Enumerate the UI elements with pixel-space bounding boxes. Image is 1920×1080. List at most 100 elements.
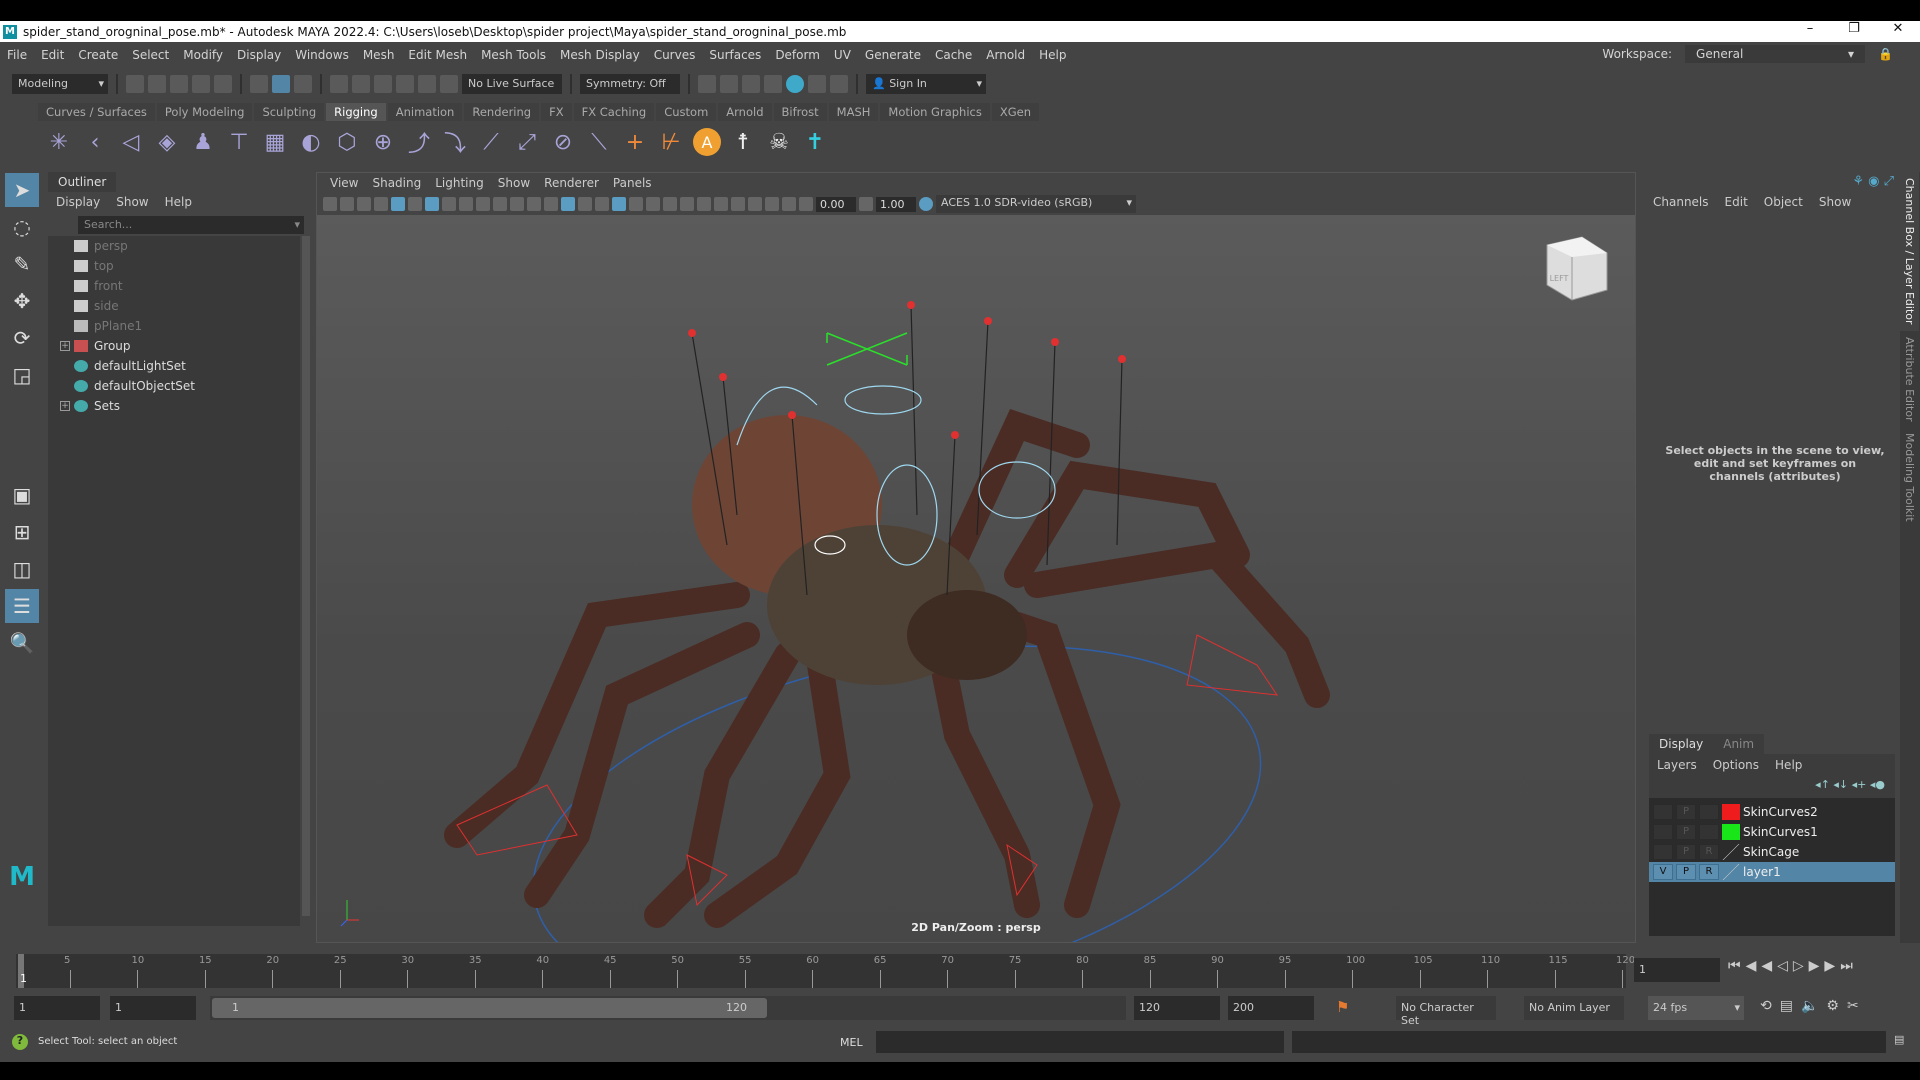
- layer-menu-help[interactable]: Help: [1767, 758, 1810, 772]
- film-gate-icon[interactable]: [442, 197, 456, 211]
- layer-p-toggle[interactable]: P: [1676, 824, 1696, 840]
- outliner-search-input[interactable]: Search... ▾: [78, 216, 304, 234]
- time-ruler[interactable]: 1 5 10 15 20 25 30 35 40 45 50 55 60 65 70 75 80 85 90 95 10…: [16, 954, 1635, 988]
- close-button[interactable]: ✕: [1876, 21, 1920, 36]
- move-tool-icon[interactable]: ✥: [5, 284, 39, 318]
- live-surface-field[interactable]: No Live Surface: [462, 74, 562, 94]
- shelf-tab-fx-caching[interactable]: FX Caching: [573, 103, 655, 121]
- pause-icon[interactable]: [830, 75, 848, 93]
- outliner-item[interactable]: + Sets: [48, 396, 300, 416]
- shelf-tab-fx[interactable]: FX: [541, 103, 572, 121]
- character-icon[interactable]: ✝: [801, 128, 829, 156]
- ik-spline-icon[interactable]: ⤵: [441, 128, 469, 157]
- restore-button[interactable]: ❐: [1832, 21, 1876, 36]
- channel-menu-channels[interactable]: Channels: [1645, 195, 1717, 209]
- layer-v-toggle[interactable]: [1653, 824, 1673, 840]
- sign-in-dropdown[interactable]: 👤 Sign In ▾: [866, 74, 986, 94]
- menu-set-dropdown[interactable]: Modeling ▾: [12, 74, 108, 94]
- shelf-tab-sculpting[interactable]: Sculpting: [254, 103, 325, 121]
- menu-mesh-tools[interactable]: Mesh Tools: [474, 48, 553, 62]
- shelf-tab-curves-surfaces[interactable]: Curves / Surfaces: [38, 103, 155, 121]
- viewport-menu-shading[interactable]: Shading: [365, 176, 428, 190]
- layer-r-toggle[interactable]: R: [1699, 844, 1719, 860]
- menu-surfaces[interactable]: Surfaces: [702, 48, 768, 62]
- menu-curves[interactable]: Curves: [647, 48, 703, 62]
- command-language-toggle[interactable]: MEL: [840, 1036, 863, 1049]
- shelf-tab-rigging[interactable]: Rigging: [326, 103, 386, 121]
- wireframe-on-shaded-icon[interactable]: [595, 197, 609, 211]
- select-object-icon[interactable]: [272, 75, 290, 93]
- new-scene-icon[interactable]: [126, 75, 144, 93]
- layer-r-toggle[interactable]: R: [1699, 864, 1719, 880]
- layer-row[interactable]: P SkinCurves1: [1649, 822, 1895, 842]
- outliner-item[interactable]: top: [48, 256, 300, 276]
- range-slider-bar[interactable]: 1 120: [212, 998, 767, 1018]
- end-time-field[interactable]: 200: [1228, 996, 1314, 1020]
- ambient-occlusion-icon[interactable]: [663, 197, 677, 211]
- isolate-select-icon[interactable]: [731, 197, 745, 211]
- rotate-tool-icon[interactable]: ⟳: [5, 321, 39, 355]
- locator-icon[interactable]: +: [621, 128, 649, 156]
- smooth-shade-icon[interactable]: [561, 197, 575, 211]
- playback-options-icons[interactable]: ⟲▤🔈⚙✂: [1760, 998, 1867, 1014]
- menu-help[interactable]: Help: [1032, 48, 1073, 62]
- 2d-pan-zoom-icon[interactable]: [391, 197, 405, 211]
- menu-mesh-display[interactable]: Mesh Display: [553, 48, 647, 62]
- layer-v-toggle[interactable]: [1653, 804, 1673, 820]
- layer-r-toggle[interactable]: [1699, 824, 1719, 840]
- open-scene-icon[interactable]: [148, 75, 166, 93]
- menu-edit[interactable]: Edit: [34, 48, 71, 62]
- range-slider[interactable]: 1 120: [210, 996, 1126, 1020]
- outliner-item[interactable]: pPlane1: [48, 316, 300, 336]
- image-plane-icon[interactable]: [374, 197, 388, 211]
- motion-blur-icon[interactable]: [680, 197, 694, 211]
- workspace-dropdown[interactable]: General ▾: [1685, 45, 1866, 63]
- viewport-menu-show[interactable]: Show: [491, 176, 537, 190]
- bind-skin-icon[interactable]: ▦: [261, 128, 289, 156]
- outliner-item[interactable]: defaultLightSet: [48, 356, 300, 376]
- lattice-icon[interactable]: ⬡: [333, 128, 361, 156]
- undo-icon[interactable]: [192, 75, 210, 93]
- view-transform-dropdown[interactable]: ACES 1.0 SDR-video (sRGB) ▾: [936, 195, 1136, 213]
- textured-icon[interactable]: [612, 197, 626, 211]
- scale-tool-icon[interactable]: ◲: [5, 358, 39, 392]
- field-chart-icon[interactable]: [493, 197, 507, 211]
- layer-row[interactable]: P SkinCurves2: [1649, 802, 1895, 822]
- menu-generate[interactable]: Generate: [858, 48, 928, 62]
- side-tab-0[interactable]: Channel Box / Layer Editor: [1900, 172, 1919, 331]
- xray-joints-icon[interactable]: [765, 197, 779, 211]
- layer-color-swatch[interactable]: [1722, 864, 1740, 880]
- channel-menu-object[interactable]: Object: [1756, 195, 1811, 209]
- playback-controls[interactable]: ⏮◀◀◁▷▶▶⏭: [1728, 958, 1858, 974]
- select-tool-icon[interactable]: ➤: [5, 173, 39, 207]
- ipr-render-icon[interactable]: [742, 75, 760, 93]
- shelf-tab-poly-modeling[interactable]: Poly Modeling: [156, 103, 253, 121]
- shelf-tab-motion-graphics[interactable]: Motion Graphics: [880, 103, 990, 121]
- layer-row[interactable]: P R SkinCage: [1649, 842, 1895, 862]
- lights-icon[interactable]: [629, 197, 643, 211]
- menu-cache[interactable]: Cache: [928, 48, 979, 62]
- search-icon[interactable]: 🔍: [5, 626, 39, 660]
- select-hierarchy-icon[interactable]: [250, 75, 268, 93]
- anim-layer-dropdown[interactable]: No Anim Layer: [1524, 996, 1624, 1020]
- outliner-item[interactable]: + Group: [48, 336, 300, 356]
- viewcube[interactable]: LEFT: [1546, 236, 1608, 301]
- skeleton-icon[interactable]: ☨: [729, 128, 757, 156]
- menu-deform[interactable]: Deform: [768, 48, 827, 62]
- viewport-menu-panels[interactable]: Panels: [606, 176, 659, 190]
- grid-icon[interactable]: [425, 197, 439, 211]
- save-scene-icon[interactable]: [170, 75, 188, 93]
- default-material-icon[interactable]: [578, 197, 592, 211]
- insert-joint-icon[interactable]: ‹: [81, 128, 109, 156]
- snap-point-icon[interactable]: [374, 75, 392, 93]
- command-input[interactable]: [876, 1031, 1284, 1053]
- viewport-menu-lighting[interactable]: Lighting: [428, 176, 491, 190]
- orient-constraint-icon[interactable]: ⊘: [549, 128, 577, 156]
- menu-file[interactable]: File: [0, 48, 34, 62]
- xray-icon[interactable]: [748, 197, 762, 211]
- outliner-layout-icon[interactable]: ☰: [5, 589, 39, 623]
- layer-menu-layers[interactable]: Layers: [1649, 758, 1705, 772]
- parent-constraint-icon[interactable]: ⊬: [657, 128, 685, 156]
- shadows-icon[interactable]: [646, 197, 660, 211]
- hypershade-icon[interactable]: [786, 75, 804, 93]
